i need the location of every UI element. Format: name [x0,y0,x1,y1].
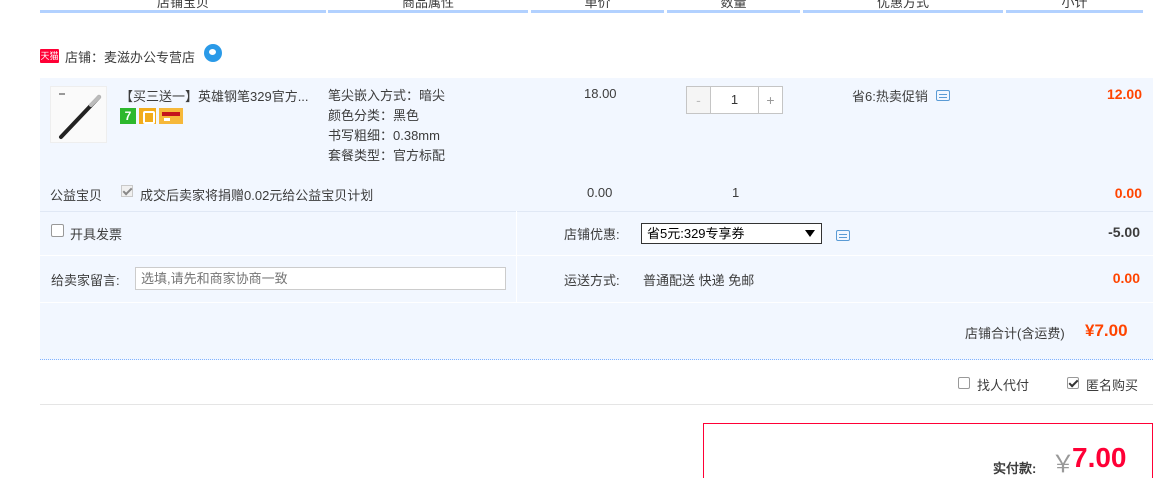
divider [516,211,517,302]
shop-name-link[interactable]: 店铺：麦滋办公专营店 [65,47,195,66]
shipping-method: 普通配送 快递 免邮 [643,273,755,288]
quantity-stepper: - 1 + [686,86,783,114]
dropdown-arrow-icon [805,230,815,237]
agent-pay-label[interactable]: 找人代付 [977,375,1029,394]
header-col-attrs: 商品属性 [328,0,528,13]
anonymous-checkbox[interactable] [1067,377,1079,389]
divider [40,404,1153,405]
actual-pay-label: 实付款: [993,461,1037,476]
product-title-link[interactable]: 【买三送一】英雄钢笔329官方... [120,86,309,105]
agent-pay-checkbox[interactable] [958,377,970,389]
attr-nib: 笔尖嵌入方式：暗尖 [328,88,446,103]
comment-icon[interactable] [935,90,950,101]
unit-price: 18.00 [584,86,617,101]
product-thumbnail[interactable] [50,86,107,143]
coupon-comment-icon[interactable] [836,230,850,241]
attr-width: 书写粗细：0.38mm [328,128,440,143]
charity-price: 0.00 [587,185,613,200]
seven-day-return-icon: 7 [120,108,136,124]
quantity-input[interactable]: 1 [711,87,758,113]
credit-card-icon [159,108,183,124]
pen-icon [51,87,106,142]
order-table-header: 店铺宝贝 商品属性 单价 数量 优惠方式 小计 [40,0,1143,13]
actual-pay-value: 7.00 [1072,442,1127,473]
shop-discount-value: -5.00 [1108,224,1140,240]
divider [40,302,1153,303]
message-label: 给卖家留言: [51,273,120,288]
quantity-plus-button[interactable]: + [758,87,782,113]
attr-color: 颜色分类：黑色 [328,108,420,123]
tmall-icon: 天猫 [40,49,59,63]
shipping-cost: 0.00 [1112,270,1140,286]
header-col-discount: 优惠方式 [803,0,1003,13]
header-col-subtotal: 小计 [1006,0,1143,13]
shop-discount-label: 店铺优惠: [564,227,620,242]
charity-text: 成交后卖家将捐赠0.02元给公益宝贝计划 [140,188,374,203]
seller-message-input[interactable] [135,267,506,290]
charity-subtotal: 0.00 [1114,185,1142,201]
coupon-selected-value: 省5元:329专享券 [647,226,745,241]
charity-checkbox [121,185,133,197]
anonymous-label[interactable]: 匿名购买 [1086,375,1138,394]
invoice-label[interactable]: 开具发票 [70,224,122,243]
product-attributes: 笔尖嵌入方式：暗尖 颜色分类：黑色 书写粗细：0.38mm 套餐类型：官方标配 [328,86,445,166]
divider [40,255,1153,256]
service-badges: 7 [120,108,183,124]
shipping-label: 运送方式: [564,273,620,288]
guarantee-icon [139,108,156,124]
header-col-item: 店铺宝贝 [40,0,326,13]
promotion: 省6:热卖促销 [852,86,950,105]
shop-total-value: ¥7.00 [1085,321,1128,340]
invoice-checkbox[interactable] [51,224,64,237]
quantity-minus-button[interactable]: - [687,87,711,113]
item-subtotal: 12.00 [1106,86,1142,102]
header-col-qty: 数量 [667,0,800,13]
charity-quantity: 1 [732,185,740,200]
header-col-price: 单价 [531,0,664,13]
shop-header: 天猫 店铺：麦滋办公专营店 [40,44,223,66]
shop-total-label: 店铺合计(含运费) [965,326,1065,341]
wangwang-chat-icon[interactable] [204,44,223,62]
coupon-select[interactable]: 省5元:329专享券 [641,223,822,244]
attr-package: 套餐类型：官方标配 [328,148,446,163]
charity-label: 公益宝贝 [50,188,103,203]
promotion-text: 省6:热卖促销 [852,89,928,104]
